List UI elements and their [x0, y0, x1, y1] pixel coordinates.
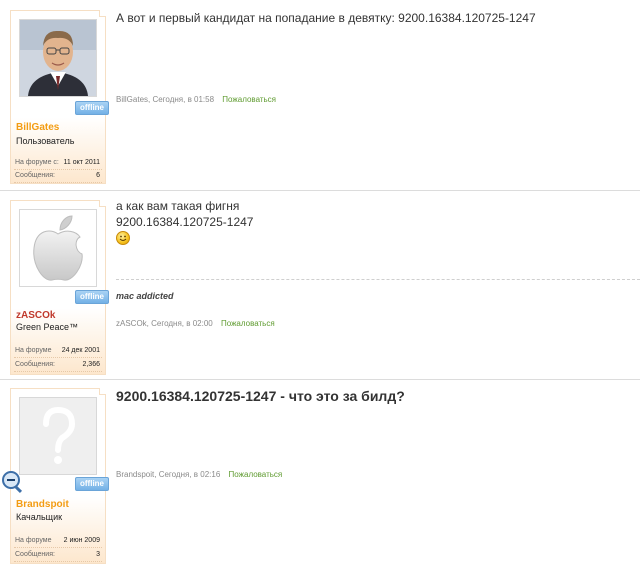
stat-joined: На форуме 2 июн 2009 [14, 535, 102, 548]
stat-joined: На форуме с: 11 окт 2011 [14, 157, 102, 170]
user-info-box: offline BillGates Пользователь На форуме… [10, 10, 109, 184]
user-title: Пользователь [16, 136, 75, 146]
avatar[interactable] [19, 397, 97, 475]
status-badge: offline [75, 477, 109, 491]
post-3: offline Brandspoit Качальщик На форуме 2… [0, 380, 640, 566]
post-2: offline zASCOk Green Peace™ На форуме 24… [0, 191, 640, 379]
report-link[interactable]: Пожаловаться [222, 95, 276, 104]
user-info-box: offline zASCOk Green Peace™ На форуме 24… [10, 200, 109, 375]
stat-value: 2,366 [82, 361, 100, 368]
signature-divider [116, 279, 640, 280]
post-author-time: zASCOk, Сегодня, в 02:00 [116, 319, 213, 328]
post-meta: BillGates, Сегодня, в 01:58 Пожаловаться [116, 95, 276, 104]
post-message-line2: 9200.16384.120725-1247 [116, 215, 254, 229]
avatar[interactable] [19, 209, 97, 287]
stat-value: 6 [96, 172, 100, 179]
stat-posts: Сообщения: 2,366 [14, 359, 102, 372]
post-meta: zASCOk, Сегодня, в 02:00 Пожаловаться [116, 319, 275, 328]
user-title: Качальщик [16, 512, 63, 522]
stat-posts: Сообщения: 3 [14, 549, 102, 562]
stat-value: 2 июн 2009 [63, 537, 100, 544]
username[interactable]: zASCOk [16, 310, 55, 321]
stat-label: На форуме [15, 537, 52, 544]
stat-label: Сообщения: [15, 172, 55, 179]
stat-label: Сообщения: [15, 361, 55, 368]
avatar[interactable] [19, 19, 97, 97]
post-author-time: Brandspoit, Сегодня, в 02:16 [116, 470, 221, 479]
username[interactable]: BillGates [16, 122, 59, 133]
stat-label: На форуме с: [15, 159, 59, 166]
post-meta: Brandspoit, Сегодня, в 02:16 Пожаловатьс… [116, 470, 282, 479]
status-badge: offline [75, 101, 109, 115]
stat-value: 11 окт 2011 [63, 159, 100, 166]
report-link[interactable]: Пожаловаться [229, 470, 283, 479]
stat-label: Сообщения: [15, 551, 55, 558]
post-author-time: BillGates, Сегодня, в 01:58 [116, 95, 215, 104]
stat-joined: На форуме 24 дек 2001 [14, 345, 102, 358]
stat-posts: Сообщения: 6 [14, 170, 102, 183]
user-title: Green Peace™ [16, 322, 79, 332]
report-link[interactable]: Пожаловаться [221, 319, 275, 328]
smile-icon [116, 231, 130, 245]
stat-label: На форуме [15, 347, 52, 354]
status-badge: offline [75, 290, 109, 304]
signature: mac addicted [116, 291, 174, 301]
stat-value: 24 дек 2001 [61, 347, 100, 354]
user-info-box: offline Brandspoit Качальщик На форуме 2… [10, 388, 109, 564]
username[interactable]: Brandspoit [16, 499, 69, 510]
post-1: offline BillGates Пользователь На форуме… [0, 0, 640, 190]
post-message-line1: а как вам такая фигня [116, 199, 240, 213]
post-message: 9200.16384.120725-1247 - что это за билд… [116, 388, 405, 404]
post-message: А вот и первый кандидат на попадание в д… [116, 11, 536, 25]
stat-value: 3 [96, 551, 100, 558]
